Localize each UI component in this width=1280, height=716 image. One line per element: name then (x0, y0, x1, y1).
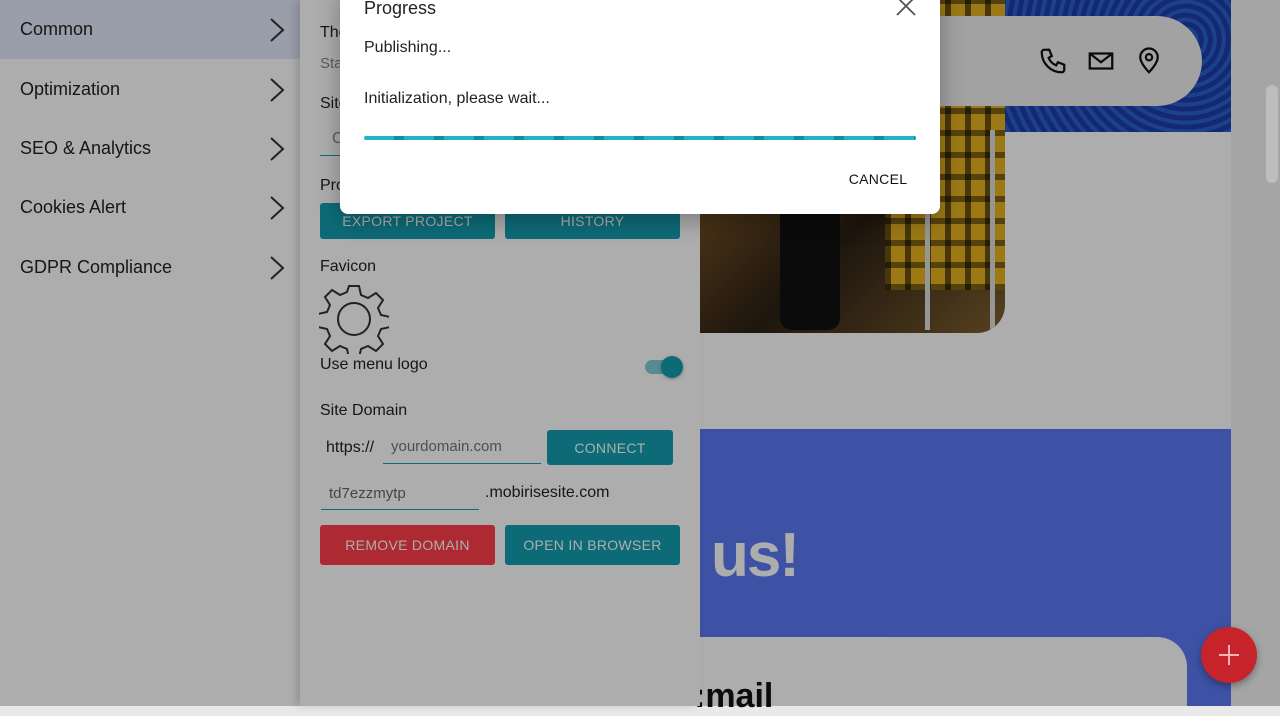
cancel-button[interactable]: CANCEL (840, 167, 916, 191)
dialog-title: Progress (364, 0, 437, 18)
close-icon[interactable] (894, 0, 918, 18)
publishing-status: Publishing... (364, 39, 452, 56)
progress-message: Initialization, please wait... (364, 90, 550, 107)
add-block-button[interactable] (1201, 627, 1257, 683)
progress-dialog: Progress Publishing... Initialization, p… (340, 0, 940, 214)
progress-bar (364, 136, 916, 140)
page-scrollbar[interactable] (1266, 85, 1278, 183)
